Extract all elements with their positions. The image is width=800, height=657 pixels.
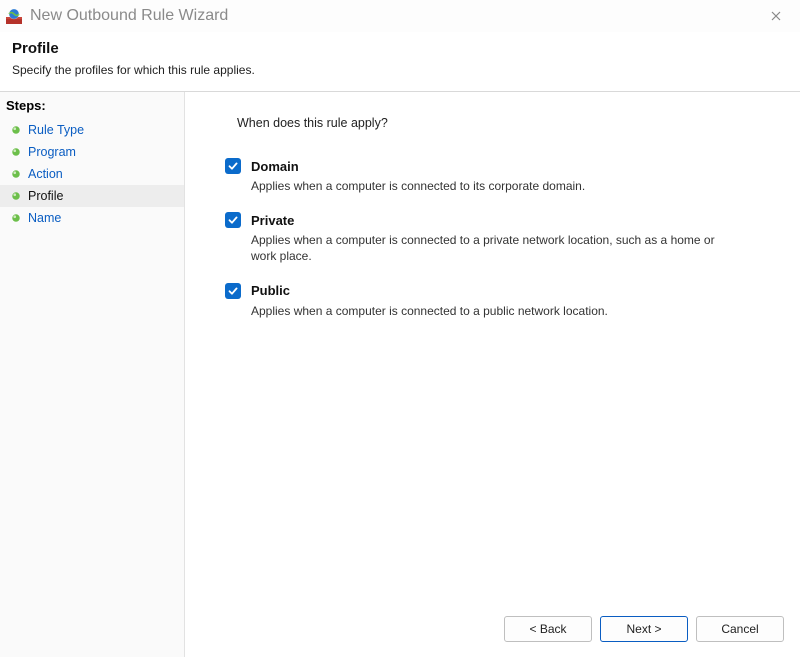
back-button[interactable]: < Back xyxy=(504,616,592,642)
option-description: Applies when a computer is connected to … xyxy=(251,178,718,194)
option-public: Public Applies when a computer is connect… xyxy=(225,283,768,319)
option-description: Applies when a computer is connected to … xyxy=(251,232,718,264)
step-bullet-icon xyxy=(10,212,22,224)
step-label: Program xyxy=(28,145,76,159)
firewall-icon xyxy=(6,8,22,24)
cancel-button[interactable]: Cancel xyxy=(696,616,784,642)
step-label: Rule Type xyxy=(28,123,84,137)
option-row: Domain xyxy=(225,158,718,174)
option-label: Public xyxy=(251,283,290,298)
step-bullet-icon xyxy=(10,190,22,202)
checkbox-domain[interactable] xyxy=(225,158,241,174)
option-private: Private Applies when a computer is connec… xyxy=(225,212,768,264)
step-action[interactable]: Action xyxy=(0,163,184,185)
checkbox-public[interactable] xyxy=(225,283,241,299)
checkbox-private[interactable] xyxy=(225,212,241,228)
page-subtitle: Specify the profiles for which this rule… xyxy=(12,63,788,77)
steps-heading: Steps: xyxy=(0,96,184,119)
step-label: Name xyxy=(28,211,61,225)
step-profile[interactable]: Profile xyxy=(0,185,184,207)
option-domain: Domain Applies when a computer is connect… xyxy=(225,158,768,194)
option-description: Applies when a computer is connected to … xyxy=(251,303,718,319)
close-icon xyxy=(771,11,781,21)
step-bullet-icon xyxy=(10,168,22,180)
step-rule-type[interactable]: Rule Type xyxy=(0,119,184,141)
step-program[interactable]: Program xyxy=(0,141,184,163)
title-bar: New Outbound Rule Wizard xyxy=(0,0,800,32)
steps-sidebar: Steps: Rule Type Program Action Profile Name xyxy=(0,92,185,657)
wizard-header: Profile Specify the profiles for which t… xyxy=(0,32,800,91)
option-row: Public xyxy=(225,283,718,299)
step-label: Profile xyxy=(28,189,63,203)
wizard-main: When does this rule apply? Domain Applies… xyxy=(185,92,800,657)
page-title: Profile xyxy=(12,40,788,57)
window-title: New Outbound Rule Wizard xyxy=(30,7,228,25)
step-bullet-icon xyxy=(10,146,22,158)
close-button[interactable] xyxy=(760,0,792,32)
option-label: Domain xyxy=(251,159,299,174)
step-bullet-icon xyxy=(10,124,22,136)
next-button[interactable]: Next > xyxy=(600,616,688,642)
option-label: Private xyxy=(251,213,294,228)
step-name[interactable]: Name xyxy=(0,207,184,229)
wizard-footer: < Back Next > Cancel xyxy=(504,616,784,642)
option-row: Private xyxy=(225,212,718,228)
step-label: Action xyxy=(28,167,63,181)
profile-prompt: When does this rule apply? xyxy=(237,116,768,130)
